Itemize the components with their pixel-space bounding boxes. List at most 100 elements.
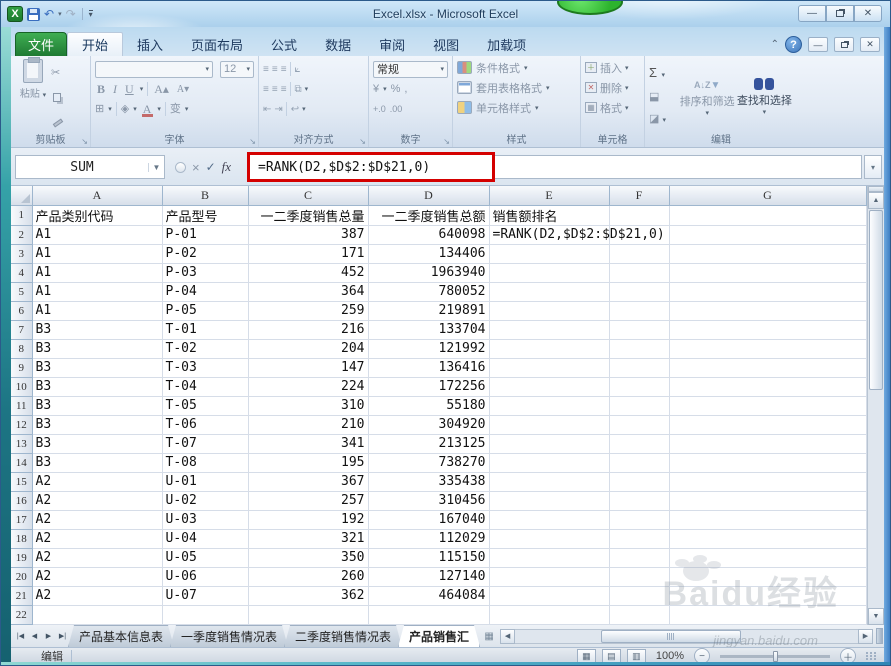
wrap-dropdown-arrow[interactable]: ▾ [302, 105, 306, 113]
cell[interactable]: A1 [32, 282, 163, 302]
cell[interactable]: A2 [32, 586, 163, 606]
cell[interactable]: 216 [248, 320, 369, 340]
cell[interactable]: B3 [32, 434, 163, 454]
wrap-text-icon[interactable]: ↩ [291, 104, 299, 115]
row-header[interactable]: 6 [11, 301, 33, 321]
workbook-restore-button[interactable] [834, 37, 854, 52]
cell[interactable] [669, 510, 867, 530]
conditional-formatting-button[interactable]: 条件格式 ▾ [457, 59, 576, 76]
scroll-down-icon[interactable]: ▼ [868, 608, 884, 625]
sheet-tab-q2-sales[interactable]: 二季度销售情况表 [284, 625, 402, 647]
cell[interactable] [609, 434, 670, 454]
phonetic-dropdown-arrow[interactable]: ▾ [185, 105, 189, 113]
phonetic-guide-icon[interactable]: 变 [170, 103, 181, 116]
cell[interactable] [162, 605, 249, 625]
cell[interactable]: A2 [32, 529, 163, 549]
cell[interactable] [669, 339, 867, 359]
row-header[interactable]: 5 [11, 282, 33, 302]
row-header[interactable]: 7 [11, 320, 33, 340]
clear-icon[interactable]: ◪ ▾ [649, 113, 679, 127]
cell[interactable]: T-03 [162, 358, 249, 378]
cell[interactable]: 127140 [368, 567, 490, 587]
row-header[interactable]: 18 [11, 529, 33, 549]
cell[interactable]: B3 [32, 453, 163, 473]
row-header[interactable]: 2 [11, 225, 33, 245]
cell[interactable] [609, 415, 670, 435]
vertical-scrollbar[interactable]: ▲ ▼ [867, 186, 884, 625]
cell[interactable] [669, 377, 867, 397]
cell[interactable]: 738270 [368, 453, 490, 473]
cell[interactable] [489, 491, 610, 511]
row-header[interactable]: 19 [11, 548, 33, 568]
cell[interactable]: 350 [248, 548, 369, 568]
row-header[interactable]: 17 [11, 510, 33, 530]
window-resize-grip[interactable] [866, 652, 876, 660]
row-header[interactable]: 12 [11, 415, 33, 435]
cell[interactable]: 产品类别代码 [32, 205, 163, 226]
row-header[interactable]: 22 [11, 605, 33, 625]
cell[interactable]: 1963940 [368, 263, 490, 283]
cell[interactable] [669, 453, 867, 473]
tab-review[interactable]: 审阅 [365, 32, 419, 56]
cell[interactable]: =RANK(D2,$D$2:$D$21,0) [489, 225, 665, 245]
cell[interactable]: 640098 [368, 225, 490, 245]
cell[interactable] [669, 205, 867, 226]
last-sheet-icon[interactable]: ▶| [56, 629, 69, 644]
cell[interactable]: 362 [248, 586, 369, 606]
tab-formulas[interactable]: 公式 [257, 32, 311, 56]
autosum-icon[interactable]: Σ [649, 65, 657, 80]
customize-qat-icon[interactable]: ▾ [88, 10, 93, 19]
cell[interactable]: 224 [248, 377, 369, 397]
cell[interactable]: B3 [32, 320, 163, 340]
cell[interactable] [669, 472, 867, 492]
column-header[interactable]: G [669, 186, 867, 206]
grow-font-button[interactable]: A▴ [152, 82, 171, 97]
cell[interactable] [248, 605, 369, 625]
cell[interactable]: 364 [248, 282, 369, 302]
cell[interactable]: 167040 [368, 510, 490, 530]
tab-file[interactable]: 文件 [15, 32, 67, 56]
delete-cells-button[interactable]: ✕ 删除 ▾ [585, 79, 640, 96]
formula-options-icon[interactable] [175, 161, 186, 173]
tab-data[interactable]: 数据 [311, 32, 365, 56]
cell[interactable] [609, 339, 670, 359]
cell[interactable]: P-03 [162, 263, 249, 283]
orientation-icon[interactable]: ⟀ [295, 64, 301, 75]
zoom-slider-thumb[interactable] [773, 650, 778, 662]
borders-icon[interactable]: ⊞ [95, 103, 104, 116]
currency-format-icon[interactable]: ¥ [373, 83, 379, 95]
cell[interactable]: T-01 [162, 320, 249, 340]
cell[interactable] [609, 320, 670, 340]
row-header[interactable]: 21 [11, 586, 33, 606]
cell[interactable]: A1 [32, 225, 163, 245]
cell[interactable]: A1 [32, 263, 163, 283]
cell[interactable]: 367 [248, 472, 369, 492]
collapse-ribbon-icon[interactable]: ⌃ [771, 39, 779, 50]
cell[interactable] [32, 605, 163, 625]
cell[interactable] [669, 263, 867, 283]
cell[interactable]: 464084 [368, 586, 490, 606]
cell[interactable] [669, 320, 867, 340]
row-header[interactable]: 13 [11, 434, 33, 454]
vertical-scroll-track[interactable] [868, 391, 884, 608]
cell[interactable] [489, 415, 610, 435]
cell[interactable]: T-07 [162, 434, 249, 454]
column-header[interactable]: D [368, 186, 490, 206]
row-header[interactable]: 15 [11, 472, 33, 492]
borders-dropdown-arrow[interactable]: ▾ [108, 105, 112, 113]
cell[interactable] [489, 567, 610, 587]
cell[interactable]: 260 [248, 567, 369, 587]
cell[interactable] [489, 548, 610, 568]
cell[interactable]: 257 [248, 491, 369, 511]
row-header[interactable]: 10 [11, 377, 33, 397]
cell[interactable] [669, 225, 867, 245]
currency-dropdown-arrow[interactable]: ▾ [383, 85, 387, 93]
cell[interactable] [609, 453, 670, 473]
fill-color-dropdown-arrow[interactable]: ▾ [133, 105, 137, 113]
cell[interactable]: 147 [248, 358, 369, 378]
workbook-close-button[interactable]: ✕ [860, 37, 880, 52]
increase-decimal-icon[interactable]: +.0 [373, 104, 386, 114]
decrease-indent-icon[interactable]: ⇤ [263, 104, 271, 115]
sheet-tab-product-info[interactable]: 产品基本信息表 [68, 625, 174, 647]
font-dialog-launcher[interactable]: ↘ [249, 137, 256, 146]
